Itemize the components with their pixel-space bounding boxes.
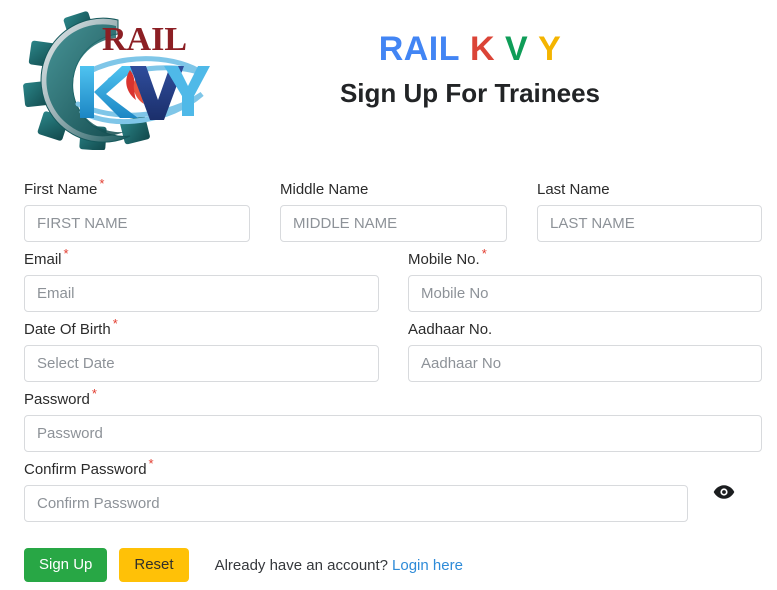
field-mobile: Mobile No. * xyxy=(408,244,762,312)
field-dob: Date Of Birth * xyxy=(24,314,379,382)
page-title: Sign Up For Trainees xyxy=(339,78,601,108)
existing-account-label: Already have an account? xyxy=(214,556,389,574)
reset-button[interactable]: Reset xyxy=(119,548,189,582)
first-name-label: First Name * xyxy=(24,176,105,198)
brand-k: K xyxy=(469,30,496,68)
logo-rail-text: RAIL xyxy=(102,21,187,58)
middle-name-label: Middle Name xyxy=(280,181,369,198)
mobile-label: Mobile No. * xyxy=(408,246,487,268)
mobile-input[interactable] xyxy=(408,275,762,312)
dob-label: Date Of Birth * xyxy=(24,316,118,338)
aadhaar-label: Aadhaar No. xyxy=(408,321,493,338)
existing-account-text: Already have an account? Login here xyxy=(215,557,463,574)
field-email: Email * xyxy=(24,244,379,312)
signup-page: RAIL RAIL K V Y Sign Up For Trainees Fir… xyxy=(0,0,777,590)
password-input[interactable] xyxy=(24,415,762,452)
email-label: Email * xyxy=(24,246,69,268)
brand-header: RAIL K V Y Sign Up For Trainees xyxy=(250,28,690,110)
aadhaar-input[interactable] xyxy=(408,345,762,382)
field-password: Password * xyxy=(24,384,762,452)
brand-title: RAIL K V Y xyxy=(250,28,690,70)
form-actions: Sign Up Reset Already have an account? Lo… xyxy=(24,548,463,582)
required-asterisk: * xyxy=(481,246,487,261)
dob-input[interactable] xyxy=(24,345,379,382)
required-asterisk: * xyxy=(99,176,105,191)
field-confirm-password: Confirm Password * xyxy=(24,454,688,522)
required-asterisk: * xyxy=(91,386,97,401)
brand-v: V xyxy=(504,30,529,68)
confirm-password-input[interactable] xyxy=(24,485,688,522)
required-asterisk: * xyxy=(112,316,118,331)
field-last-name: Last Name xyxy=(537,174,762,242)
brand-y: Y xyxy=(538,30,562,68)
required-asterisk: * xyxy=(63,246,69,261)
page-header: RAIL RAIL K V Y Sign Up For Trainees xyxy=(0,0,777,158)
sign-up-button[interactable]: Sign Up xyxy=(24,548,108,582)
middle-name-input[interactable] xyxy=(280,205,507,242)
railkvy-logo: RAIL xyxy=(18,8,218,150)
login-here-link[interactable]: Login here xyxy=(392,557,463,574)
field-middle-name: Middle Name xyxy=(280,174,507,242)
first-name-input[interactable] xyxy=(24,205,250,242)
field-first-name: First Name * xyxy=(24,174,250,242)
confirm-password-label: Confirm Password * xyxy=(24,456,154,478)
brand-rail: RAIL xyxy=(378,30,461,68)
last-name-input[interactable] xyxy=(537,205,762,242)
password-label: Password * xyxy=(24,386,97,408)
eye-icon xyxy=(713,485,735,499)
last-name-label: Last Name xyxy=(537,181,610,198)
field-aadhaar: Aadhaar No. xyxy=(408,314,762,382)
required-asterisk: * xyxy=(148,456,154,471)
toggle-password-visibility-button[interactable] xyxy=(711,479,737,505)
email-input[interactable] xyxy=(24,275,379,312)
